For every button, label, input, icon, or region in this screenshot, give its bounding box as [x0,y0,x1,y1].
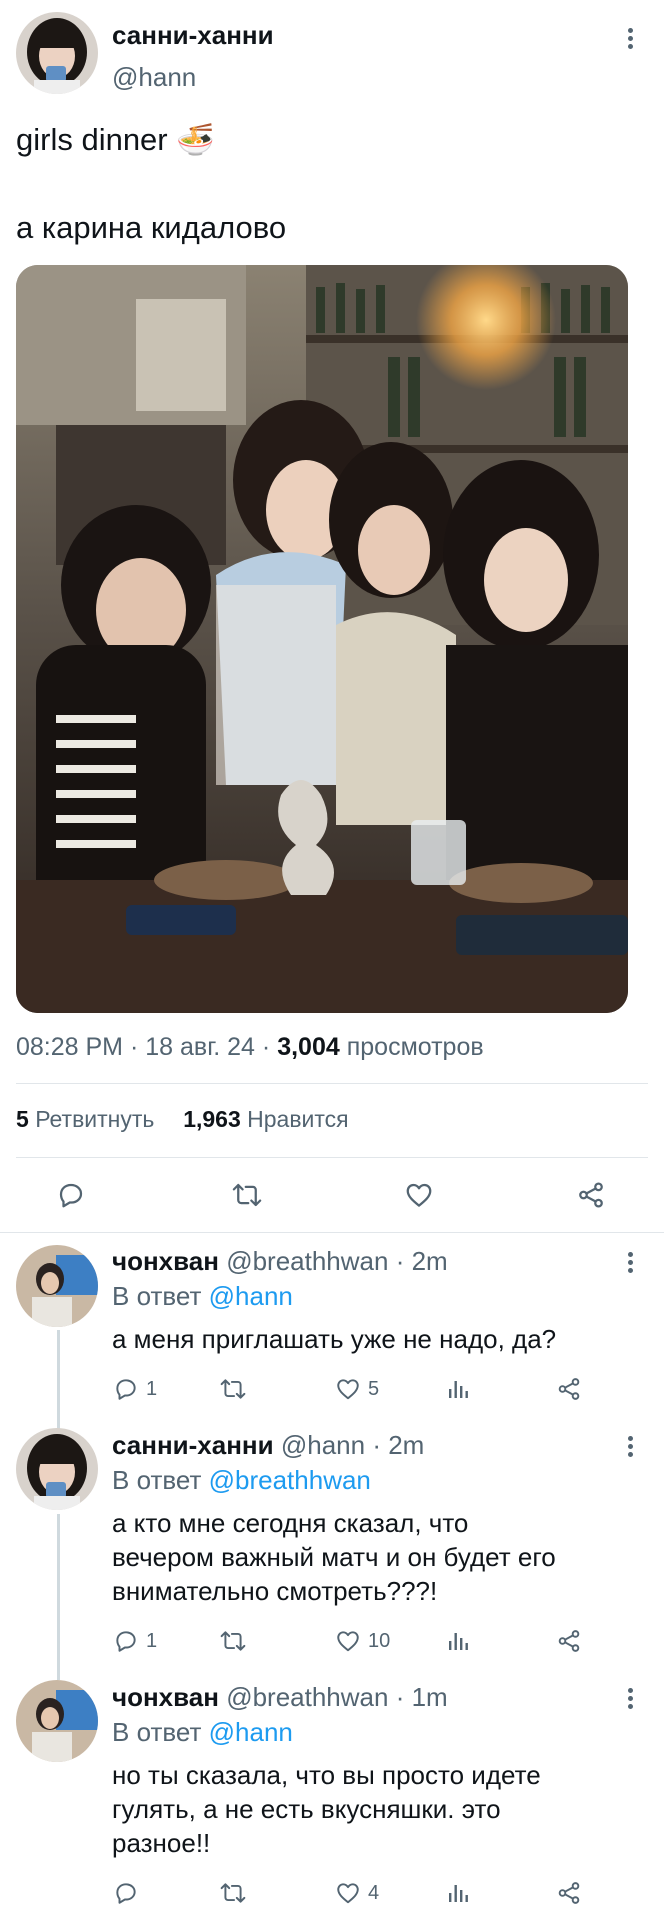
reply-to-line: В ответ @hann [112,1281,293,1312]
retweets-label[interactable]: Ретвитнуть [35,1106,154,1132]
reply-header: санни-ханни @hann · 2m [112,1430,424,1461]
reply-action-share[interactable] [556,1376,582,1402]
reply-to-prefix: В ответ [112,1281,202,1311]
thread-line [57,1514,60,1680]
reply-avatar[interactable] [16,1245,98,1327]
reply-count: 1 [146,1377,158,1400]
reply-author-handle[interactable]: @breathhwan [226,1246,388,1276]
reply-to-prefix: В ответ [112,1717,202,1747]
more-options-icon[interactable] [620,1688,640,1714]
reply-to-prefix: В ответ [112,1465,202,1495]
tweet-date: 18 авг. 24 [145,1033,255,1061]
like-icon[interactable] [404,1180,434,1210]
reply-action-views[interactable] [446,1628,470,1654]
meta-separator: · [129,1033,146,1061]
reply-time: · 1m [395,1682,448,1712]
tweet-stats: 5 Ретвитнуть 1,963 Нравится [16,1106,349,1133]
reply-avatar[interactable] [16,1428,98,1510]
reply-text-line: разное!! [112,1828,211,1858]
likes-count[interactable]: 1,963 [183,1106,241,1132]
divider [0,1232,664,1233]
tweet-text-line: а карина кидалово [16,210,287,245]
tweet-photo[interactable] [16,265,628,1013]
reply-author-name[interactable]: чонхван [112,1246,219,1276]
reply-text-line: внимательно смотреть???! [112,1576,438,1606]
reply-text-line: но ты сказала, что вы просто идете [112,1760,541,1790]
reply-author-handle[interactable]: @breathhwan [226,1682,388,1712]
reply-action-share[interactable] [556,1880,582,1906]
divider [16,1157,648,1158]
tweet-time: 08:28 PM [16,1033,124,1061]
reply-to-line: В ответ @breathhwan [112,1465,371,1496]
reply-icon[interactable] [56,1180,86,1210]
divider [16,1083,648,1084]
reply-action-share[interactable] [556,1628,582,1654]
reply-action-views[interactable] [446,1880,470,1906]
like-count: 10 [368,1629,391,1652]
author-avatar[interactable] [16,12,98,94]
reply-header: чонхван @breathhwan · 1m [112,1682,448,1713]
more-options-icon[interactable] [620,28,640,54]
author-handle[interactable]: @hann [112,62,196,93]
reply-action-like[interactable]: 4 [334,1880,379,1906]
reply-text-line: гулять, а не есть вкусняшки. это [112,1794,501,1824]
author-name[interactable]: санни-ханни [112,20,274,51]
reply-text-line: вечером важный матч и он будет его [112,1542,556,1572]
reply-to-handle[interactable]: @breathhwan [209,1465,371,1495]
reply-author-handle[interactable]: @hann [281,1430,365,1460]
share-icon[interactable] [576,1180,606,1210]
tweet-text-line: girls dinner 🍜 [16,122,215,157]
reply-action-retweet[interactable] [218,1880,254,1906]
more-options-icon[interactable] [620,1252,640,1278]
views-count: 3,004 [277,1033,340,1061]
reply-text-line: а меня приглашать уже не надо, да? [112,1324,557,1354]
views-label: просмотров [346,1033,484,1061]
retweets-count[interactable]: 5 [16,1106,29,1132]
reply-author-name[interactable]: чонхван [112,1682,219,1712]
reply-header: чонхван @breathhwan · 2m [112,1246,448,1277]
thread-line [57,1330,60,1430]
reply-count: 1 [146,1629,158,1652]
reply-action-like[interactable]: 10 [334,1628,390,1654]
reply-to-line: В ответ @hann [112,1717,293,1748]
likes-label[interactable]: Нравится [247,1106,349,1132]
meta-separator: · [261,1033,278,1061]
reply-author-name[interactable]: санни-ханни [112,1430,274,1460]
reply-action-reply[interactable]: 1 [112,1628,157,1654]
reply-action-like[interactable]: 5 [334,1376,379,1402]
tweet-meta: 08:28 PM · 18 авг. 24 · 3,004 просмотров [16,1033,484,1062]
reply-action-reply[interactable]: 1 [112,1376,157,1402]
retweet-icon[interactable] [230,1180,264,1210]
reply-time: · 2m [395,1246,448,1276]
reply-text-line: а кто мне сегодня сказал, что [112,1508,469,1538]
reply-to-handle[interactable]: @hann [209,1281,293,1311]
reply-action-retweet[interactable] [218,1376,254,1402]
reply-avatar[interactable] [16,1680,98,1762]
like-count: 5 [368,1377,380,1400]
reply-action-retweet[interactable] [218,1628,254,1654]
like-count: 4 [368,1881,380,1904]
more-options-icon[interactable] [620,1436,640,1462]
reply-action-reply[interactable] [112,1880,146,1906]
reply-action-views[interactable] [446,1376,470,1402]
reply-time: · 2m [372,1430,425,1460]
reply-to-handle[interactable]: @hann [209,1717,293,1747]
